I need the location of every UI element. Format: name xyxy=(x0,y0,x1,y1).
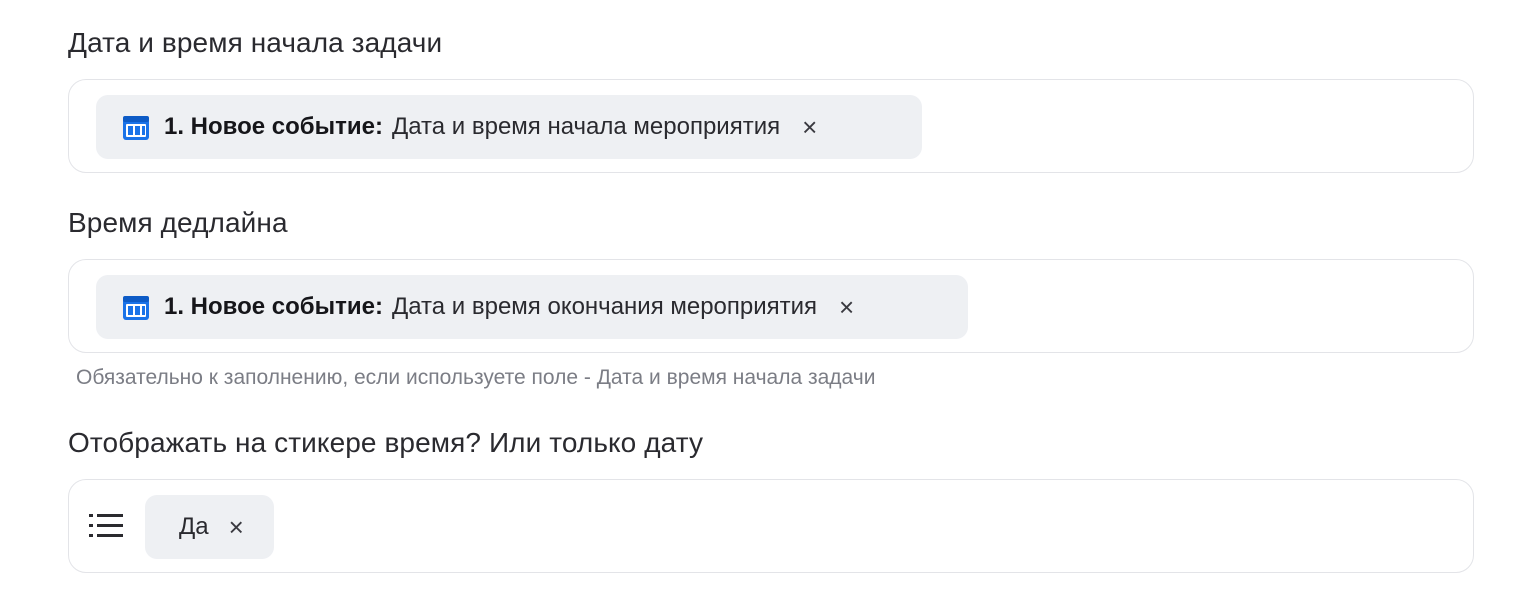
list-icon[interactable] xyxy=(89,512,123,540)
show-time-select[interactable]: Да × xyxy=(68,479,1474,573)
deadline-input[interactable]: 1. Новое событие: Дата и время окончания… xyxy=(68,259,1474,353)
deadline-hint: Обязательно к заполнению, если используе… xyxy=(76,366,876,389)
remove-chip-button[interactable]: × xyxy=(839,294,854,320)
chip-value-label: Да xyxy=(179,513,209,540)
start-datetime-label: Дата и время начала задачи xyxy=(68,27,443,58)
chip-value-label: Дата и время окончания мероприятия xyxy=(391,293,818,320)
calendar-icon xyxy=(122,113,150,141)
start-datetime-input[interactable]: 1. Новое событие: Дата и время начала ме… xyxy=(68,79,1474,173)
deadline-field: Время дедлайна 1. Новое событие: Дата и … xyxy=(68,206,1476,353)
remove-chip-button[interactable]: × xyxy=(229,514,244,540)
deadline-label: Время дедлайна xyxy=(68,207,288,238)
remove-chip-button[interactable]: × xyxy=(802,114,817,140)
start-datetime-chip[interactable]: 1. Новое событие: Дата и время начала ме… xyxy=(96,95,922,159)
deadline-chip[interactable]: 1. Новое событие: Дата и время окончания… xyxy=(96,275,968,339)
start-datetime-field: Дата и время начала задачи 1. Новое собы… xyxy=(68,26,1476,173)
chip-value-label: Дата и время начала мероприятия xyxy=(391,113,781,140)
chip-source-label: 1. Новое событие: xyxy=(164,293,383,320)
chip-source-label: 1. Новое событие: xyxy=(164,113,383,140)
calendar-icon xyxy=(122,293,150,321)
show-time-chip[interactable]: Да × xyxy=(145,495,274,559)
show-time-label: Отображать на стикере время? Или только … xyxy=(68,427,704,458)
show-time-field: Отображать на стикере время? Или только … xyxy=(68,426,1476,573)
